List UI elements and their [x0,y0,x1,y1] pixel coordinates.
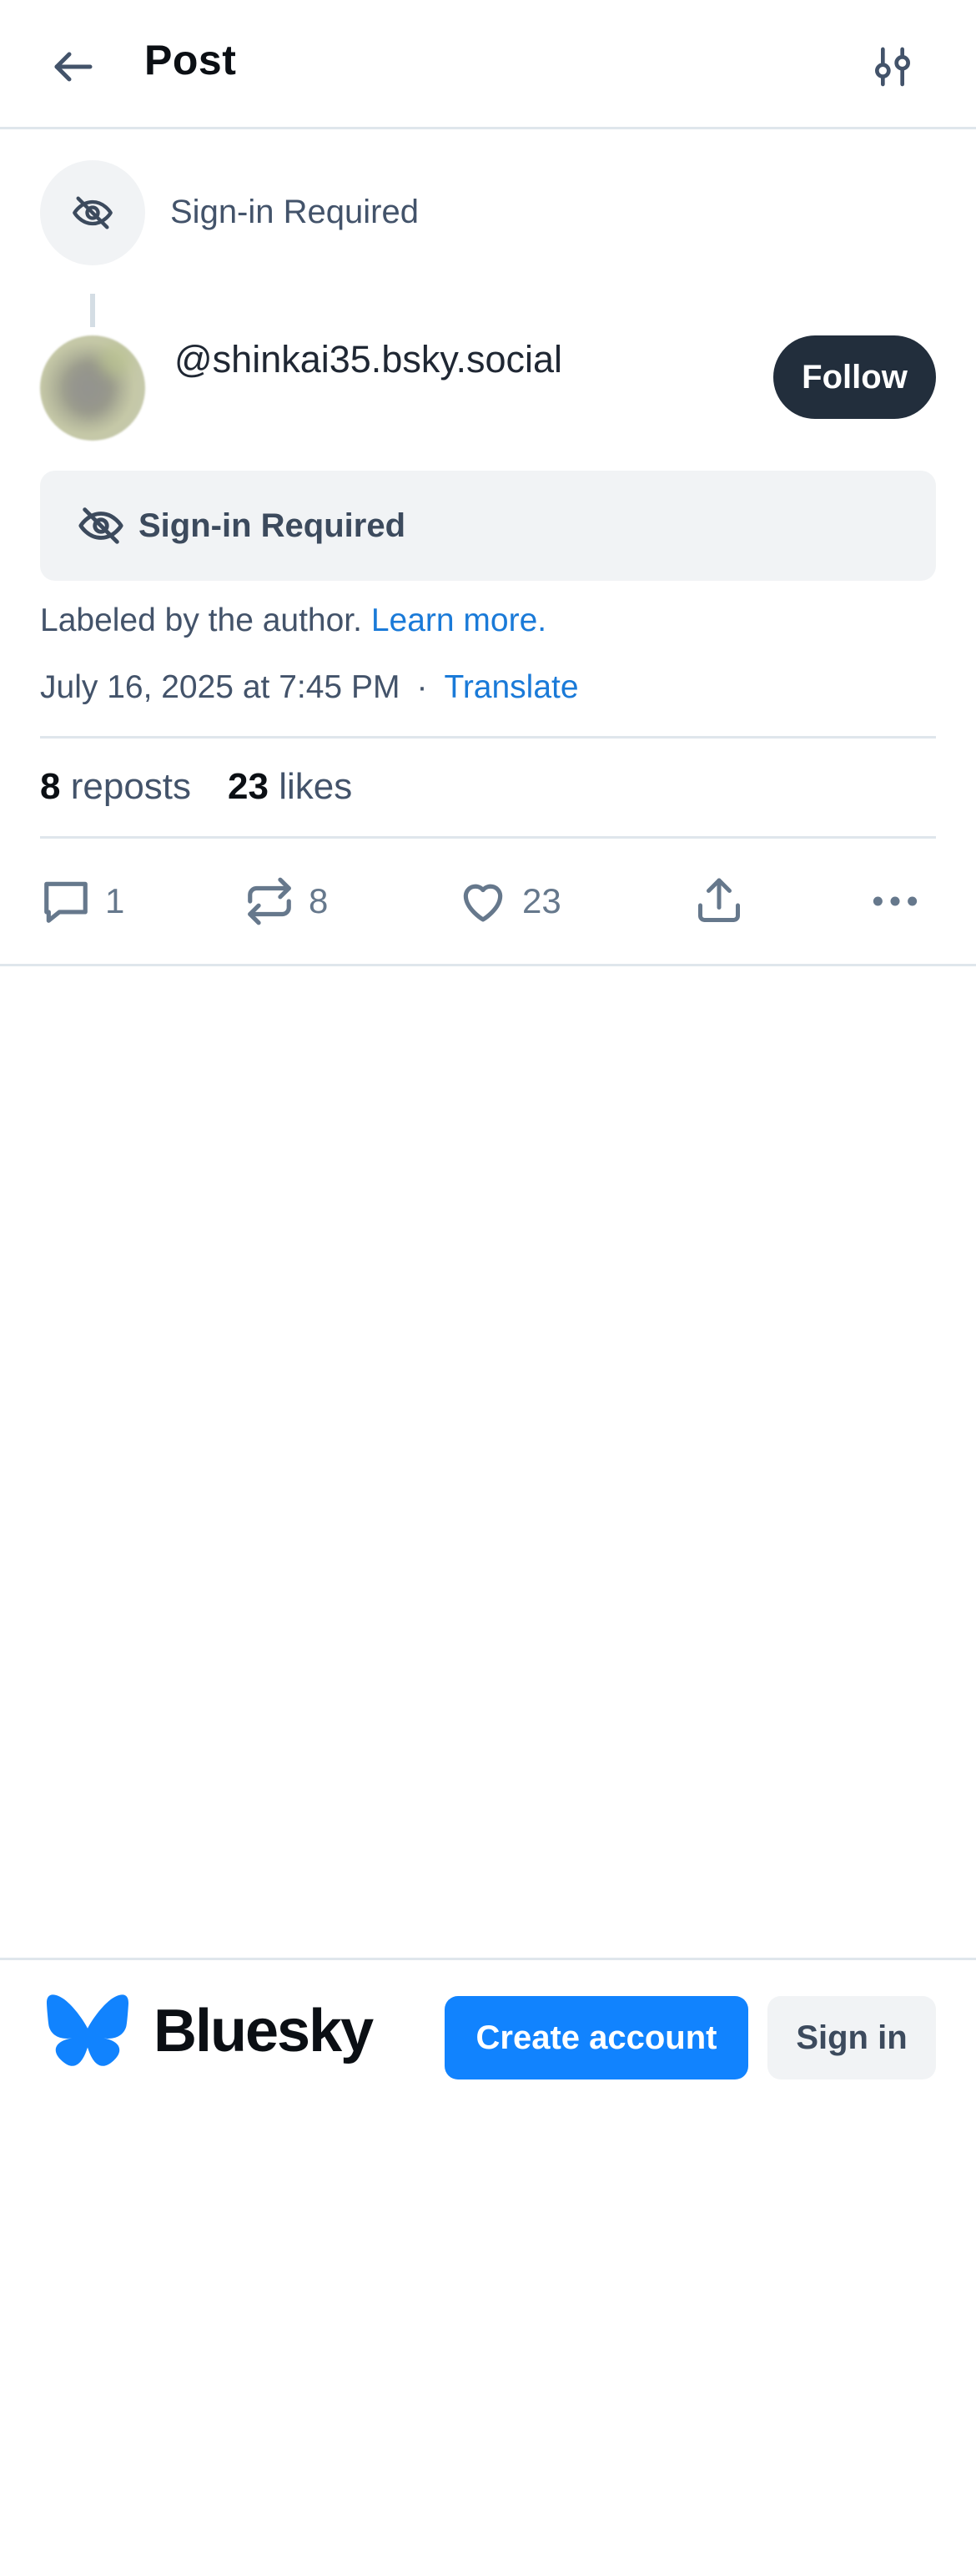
thread-settings-button[interactable] [859,33,926,100]
arrow-left-icon [54,52,93,82]
reposts-count: 8 [40,766,61,807]
repost-count: 8 [309,881,329,920]
divider [0,964,976,966]
share-icon [698,878,740,922]
eye-slash-icon [75,500,127,552]
eye-slash-icon [73,196,113,229]
translate-link[interactable]: Translate [444,669,578,705]
sign-in-button[interactable]: Sign in [767,1996,936,2079]
reply-count: 1 [105,881,125,920]
ellipsis-icon [873,896,918,906]
sliders-icon [875,47,910,87]
butterfly-logo-icon [47,1994,128,2066]
repost-icon [248,877,291,925]
likes-label: likes [279,766,353,807]
divider [40,736,936,739]
content-warning-text: Sign-in Required [138,507,405,544]
post-page: Post Sign-in Required @shinkai35.bsky.so… [0,0,976,2576]
reposts-stat[interactable]: 8 reposts [40,766,191,807]
header: Post [0,0,976,129]
share-button[interactable] [694,868,744,935]
more-options-button[interactable] [868,868,923,935]
parent-post-avatar [40,160,145,265]
heart-icon [463,884,503,922]
reply-icon [44,881,88,923]
thread-connector [90,294,95,327]
label-text: Labeled by the author. [40,602,362,638]
parent-post-label: Sign-in Required [170,194,419,230]
reply-button[interactable]: 1 [40,868,124,935]
like-count: 23 [522,881,561,920]
repost-button[interactable]: 8 [244,868,328,935]
author-handle[interactable]: @shinkai35.bsky.social [174,338,562,381]
label-line: Labeled by the author. Learn more. [40,602,546,639]
like-button[interactable]: 23 [457,868,561,935]
create-account-button[interactable]: Create account [445,1996,748,2079]
learn-more-link[interactable]: Learn more. [371,602,546,638]
reposts-label: reposts [70,766,192,807]
page-title: Post [144,37,237,83]
post-date: July 16, 2025 at 7:45 PM [40,669,400,705]
divider [40,836,936,839]
date-line: July 16, 2025 at 7:45 PM · Translate [40,669,579,706]
likes-count: 23 [228,766,269,807]
bluesky-brand[interactable]: Bluesky [47,1994,374,2068]
brand-name: Bluesky [153,1998,374,2064]
author-avatar[interactable] [40,335,145,441]
separator-dot: · [416,669,428,705]
divider [0,1958,976,1960]
content-warning-card[interactable]: Sign-in Required [40,471,936,581]
follow-button[interactable]: Follow [773,335,936,419]
back-button[interactable] [40,33,107,100]
likes-stat[interactable]: 23 likes [228,766,352,807]
post-stats: 8 reposts 23 likes [40,766,352,808]
